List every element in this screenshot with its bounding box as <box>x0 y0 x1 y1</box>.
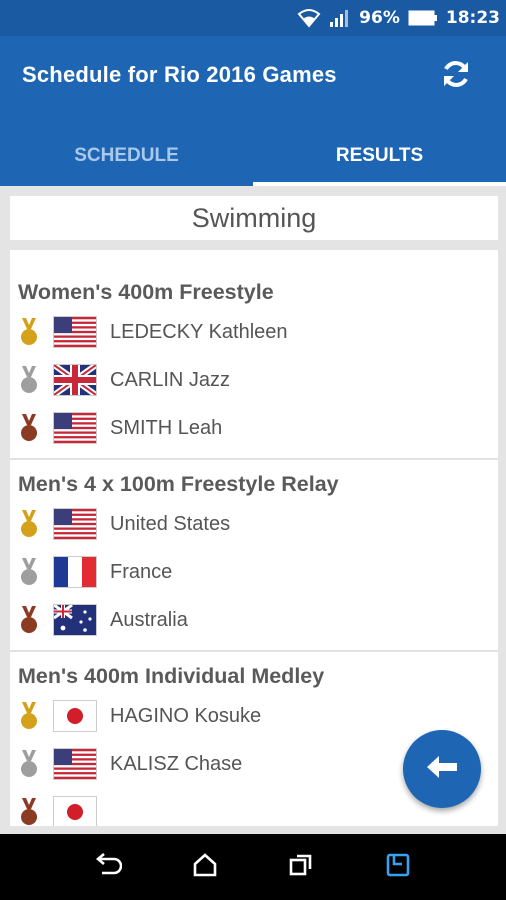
result-row: CARLIN Jazz <box>18 356 490 404</box>
nav-recents-button[interactable] <box>277 843 325 891</box>
recents-icon <box>288 852 314 882</box>
refresh-button[interactable] <box>436 56 476 96</box>
result-row: Australia <box>18 596 490 644</box>
result-row: LEDECKY Kathleen <box>18 308 490 356</box>
status-bar-right: 96% 18:23 <box>297 0 500 36</box>
signal-icon <box>329 8 351 28</box>
event-title: Men's 400m Individual Medley <box>18 664 325 688</box>
event-title: Men's 4 x 100m Freestyle Relay <box>18 472 339 496</box>
silver-medal-icon <box>18 364 40 396</box>
gold-medal-icon <box>18 316 40 348</box>
result-row: France <box>18 548 490 596</box>
battery-percent: 96% <box>359 8 400 28</box>
tab-schedule[interactable]: SCHEDULE <box>0 126 253 186</box>
result-row: HAGINO Kosuke <box>18 692 490 740</box>
battery-icon <box>408 10 438 26</box>
usa-flag-icon <box>54 509 96 539</box>
silver-medal-icon <box>18 748 40 780</box>
event-card: Men's 4 x 100m Freestyle Relay United St… <box>10 460 498 652</box>
nav-screenshot-button[interactable] <box>374 843 422 891</box>
app-title: Schedule for Rio 2016 Games <box>22 62 337 87</box>
fra-flag-icon <box>54 557 96 587</box>
clock: 18:23 <box>445 8 500 28</box>
event-title: Women's 400m Freestyle <box>18 280 274 304</box>
team-name: France <box>110 560 173 583</box>
back-fab-button[interactable] <box>403 730 481 808</box>
nav-home-button[interactable] <box>181 843 229 891</box>
gbr-flag-icon <box>54 365 96 395</box>
result-row: SMITH Leah <box>18 404 490 452</box>
athlete-name: HAGINO Kosuke <box>110 704 262 727</box>
bronze-medal-icon <box>18 796 40 826</box>
nav-back-button[interactable] <box>84 843 132 891</box>
system-nav-bar <box>0 834 506 900</box>
event-card: Women's 400m Freestyle LEDECKY Kathleen … <box>10 250 498 460</box>
refresh-icon <box>439 57 473 95</box>
athlete-name: KALISZ Chase <box>110 752 243 775</box>
team-name: Australia <box>110 608 188 631</box>
wifi-icon <box>297 8 321 28</box>
silver-medal-icon <box>18 556 40 588</box>
athlete-name: LEDECKY Kathleen <box>110 320 288 343</box>
usa-flag-icon <box>54 317 96 347</box>
bronze-medal-icon <box>18 604 40 636</box>
screenshot-icon <box>385 852 411 882</box>
gold-medal-icon <box>18 508 40 540</box>
sport-title: Swimming <box>10 196 498 240</box>
jpn-flag-icon <box>54 701 96 731</box>
bronze-medal-icon <box>18 412 40 444</box>
home-icon <box>192 852 218 882</box>
back-arrow-icon <box>425 754 459 784</box>
app-bar: Schedule for Rio 2016 Games SCHEDULE RES… <box>0 36 506 186</box>
tab-results[interactable]: RESULTS <box>253 126 506 186</box>
athlete-name: SMITH Leah <box>110 416 223 439</box>
team-name: United States <box>110 512 231 535</box>
usa-flag-icon <box>54 749 96 779</box>
back-icon <box>94 853 123 881</box>
jpn-flag-icon <box>54 797 96 826</box>
athlete-name: CARLIN Jazz <box>110 368 231 391</box>
usa-flag-icon <box>54 413 96 443</box>
gold-medal-icon <box>18 700 40 732</box>
aus-flag-icon <box>54 605 96 635</box>
result-row: United States <box>18 500 490 548</box>
tab-bar: SCHEDULE RESULTS <box>0 126 506 186</box>
status-bar: 96% 18:23 <box>0 0 506 36</box>
